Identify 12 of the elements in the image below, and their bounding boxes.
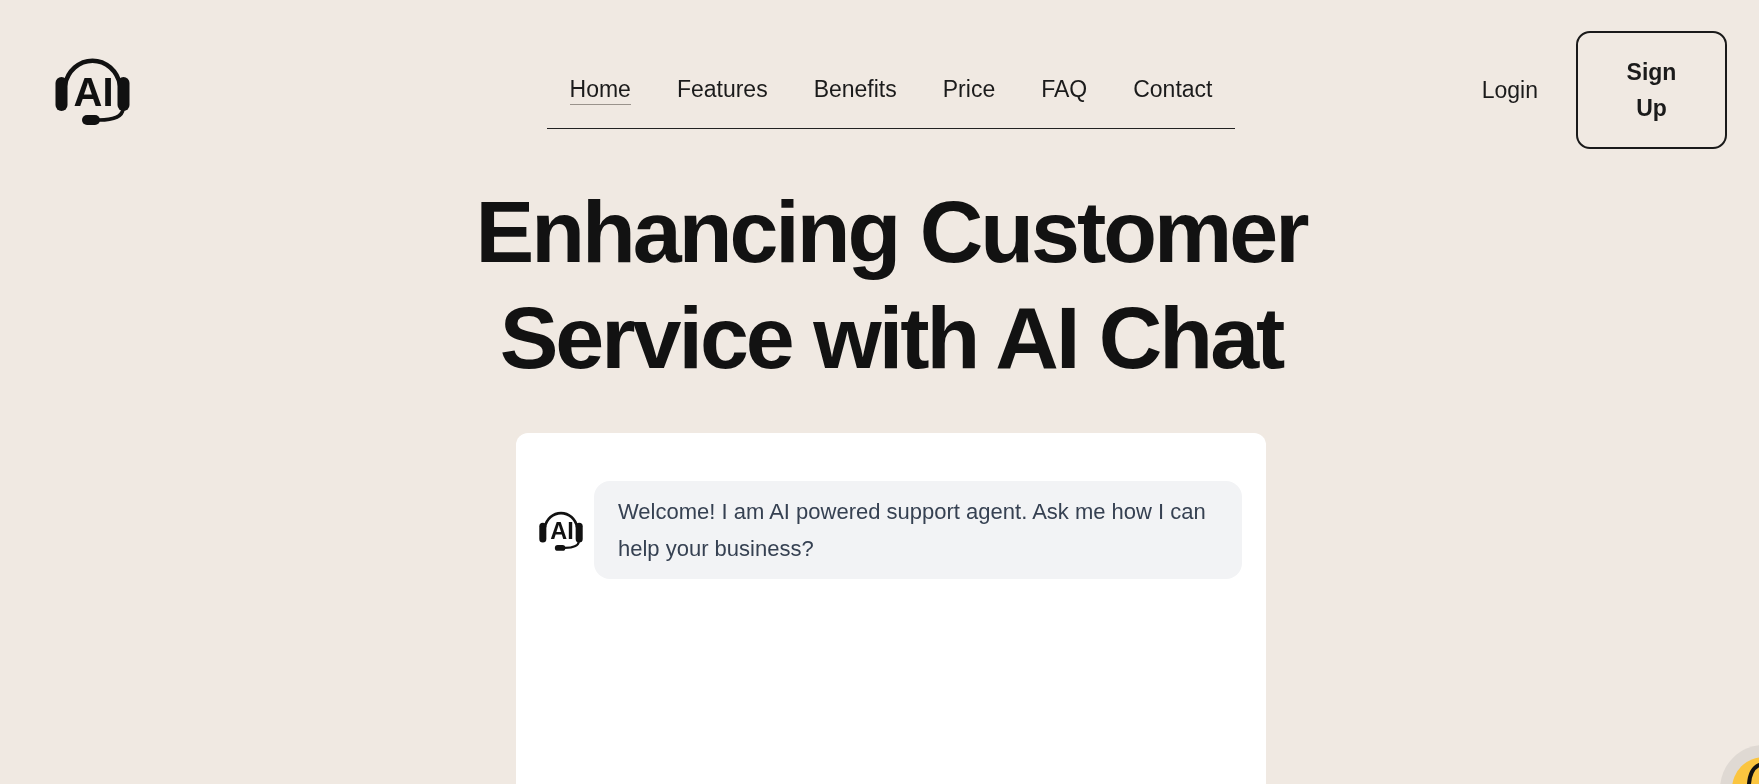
sign-up-button[interactable]: Sign Up xyxy=(1576,31,1727,149)
nav-link[interactable]: Home xyxy=(569,75,631,105)
nav-link[interactable]: Contact xyxy=(1133,75,1213,105)
nav-link[interactable]: Features xyxy=(676,75,768,105)
nav-link[interactable]: Benefits xyxy=(813,75,897,105)
hero-title: Enhancing Customer Service with AI Chat xyxy=(474,181,1308,389)
avatar-text: AI xyxy=(549,519,574,544)
nav-link[interactable]: Price xyxy=(942,75,996,105)
logo-text: AI xyxy=(72,72,114,112)
nav-link[interactable]: FAQ xyxy=(1041,75,1088,105)
chat-message: Welcome! I am AI powered support agent. Ask me how I can help your business? xyxy=(594,481,1242,579)
login-link[interactable]: Login xyxy=(1481,76,1538,104)
